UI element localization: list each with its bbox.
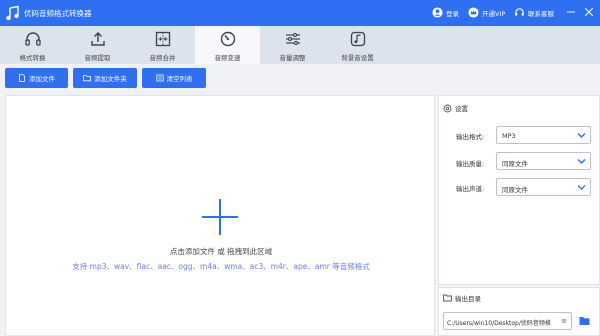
tab-audio-speed[interactable]: 音频变速 — [195, 26, 260, 64]
close-button[interactable] — [582, 5, 596, 19]
login-button[interactable]: 登录 — [432, 7, 459, 18]
settings-header: 设置 — [443, 103, 468, 113]
vip-label: 开通VIP — [482, 9, 506, 18]
tab-label: 音量调整 — [279, 54, 306, 62]
output-format-label: 输出格式: — [456, 133, 485, 141]
output-directory-panel: 输出目录 C:/Users/win10/Desktop/优码音频格 ≡ — [438, 287, 600, 336]
login-label: 登录 — [446, 9, 459, 18]
output-format-select[interactable]: MP3 — [496, 126, 591, 144]
folder-icon — [83, 75, 92, 82]
drop-hint-text: 点击添加文件 或 拖拽到此区域 — [169, 247, 273, 256]
output-channel-value: 同原文件 — [502, 186, 528, 194]
output-channel-label: 输出声道: — [456, 185, 485, 193]
tab-label: 音频提取 — [84, 54, 111, 62]
output-channel-select[interactable]: 同原文件 — [496, 178, 591, 196]
file-icon — [19, 74, 25, 82]
output-format-value: MP3 — [502, 132, 516, 140]
speed-dial-icon — [220, 31, 236, 47]
output-directory-header: 输出目录 — [443, 293, 481, 303]
tab-volume-adjust[interactable]: 音量调整 — [260, 26, 325, 64]
output-path-field[interactable]: C:/Users/win10/Desktop/优码音频格 ≡ — [443, 312, 572, 330]
tab-label: 背景音设置 — [341, 54, 374, 62]
tab-label: 格式转换 — [19, 54, 46, 62]
output-quality-select[interactable]: 同原文件 — [496, 152, 591, 170]
clear-list-label: 清空列表 — [166, 75, 193, 83]
tab-audio-extract[interactable]: 音频提取 — [65, 26, 130, 64]
close-icon — [585, 8, 593, 16]
support-button[interactable]: 联系客服 — [514, 7, 554, 18]
chevron-down-icon — [577, 133, 586, 138]
title-bar: 优码音频格式转换器 登录 开通VIP 联系客服 — [0, 0, 600, 26]
headset-icon — [515, 8, 524, 16]
menu-icon[interactable]: ≡ — [561, 317, 567, 325]
sliders-icon — [286, 32, 300, 46]
upload-icon — [91, 32, 105, 46]
feature-tab-bar: 格式转换 音频提取 音频合并 音频变速 音量调整 背景音设置 — [0, 26, 600, 64]
output-quality-label: 输出质量: — [456, 160, 485, 168]
music-note-icon — [350, 31, 366, 47]
output-path-value: C:/Users/win10/Desktop/优码音频格 — [447, 320, 551, 327]
tab-label: 音频变速 — [214, 54, 241, 62]
add-plus-icon[interactable] — [202, 199, 238, 235]
add-folder-label: 添加文件夹 — [94, 75, 127, 83]
chevron-down-icon — [577, 159, 586, 164]
minimize-icon — [567, 11, 575, 13]
app-logo-icon — [6, 5, 19, 21]
add-folder-button[interactable]: 添加文件夹 — [73, 68, 137, 88]
settings-panel: 设置 输出格式: MP3 输出质量: 同原文件 输出声道: 同原文件 — [438, 95, 600, 285]
add-file-button[interactable]: 添加文件 — [5, 68, 68, 88]
tab-audio-merge[interactable]: 音频合并 — [130, 26, 195, 64]
supported-formats-text: 支持 mp3、wav、flac、aac、ogg、m4a、wma、ac3、m4r、… — [72, 262, 370, 271]
minimize-button[interactable] — [564, 5, 578, 19]
tab-format-convert[interactable]: 格式转换 — [0, 26, 65, 64]
folder-icon — [443, 294, 452, 302]
output-directory-title: 输出目录 — [455, 295, 481, 303]
merge-icon — [155, 31, 171, 47]
app-title: 优码音频格式转换器 — [24, 9, 92, 18]
gear-icon — [443, 104, 452, 112]
add-file-label: 添加文件 — [29, 75, 55, 83]
settings-title: 设置 — [455, 105, 468, 113]
user-icon — [432, 7, 443, 18]
clear-list-icon — [155, 74, 164, 82]
output-quality-value: 同原文件 — [502, 160, 528, 168]
vip-button[interactable]: 开通VIP — [468, 7, 505, 18]
vip-crown-icon — [468, 7, 479, 18]
file-drop-zone[interactable]: 点击添加文件 或 拖拽到此区域 支持 mp3、wav、flac、aac、ogg、… — [5, 95, 435, 336]
headphones-icon — [25, 32, 41, 46]
tab-background-music[interactable]: 背景音设置 — [325, 26, 390, 64]
support-label: 联系客服 — [528, 9, 554, 18]
chevron-down-icon — [577, 185, 586, 190]
clear-list-button[interactable]: 清空列表 — [142, 68, 206, 88]
tab-label: 音频合并 — [149, 54, 176, 62]
open-folder-icon[interactable] — [579, 316, 590, 326]
